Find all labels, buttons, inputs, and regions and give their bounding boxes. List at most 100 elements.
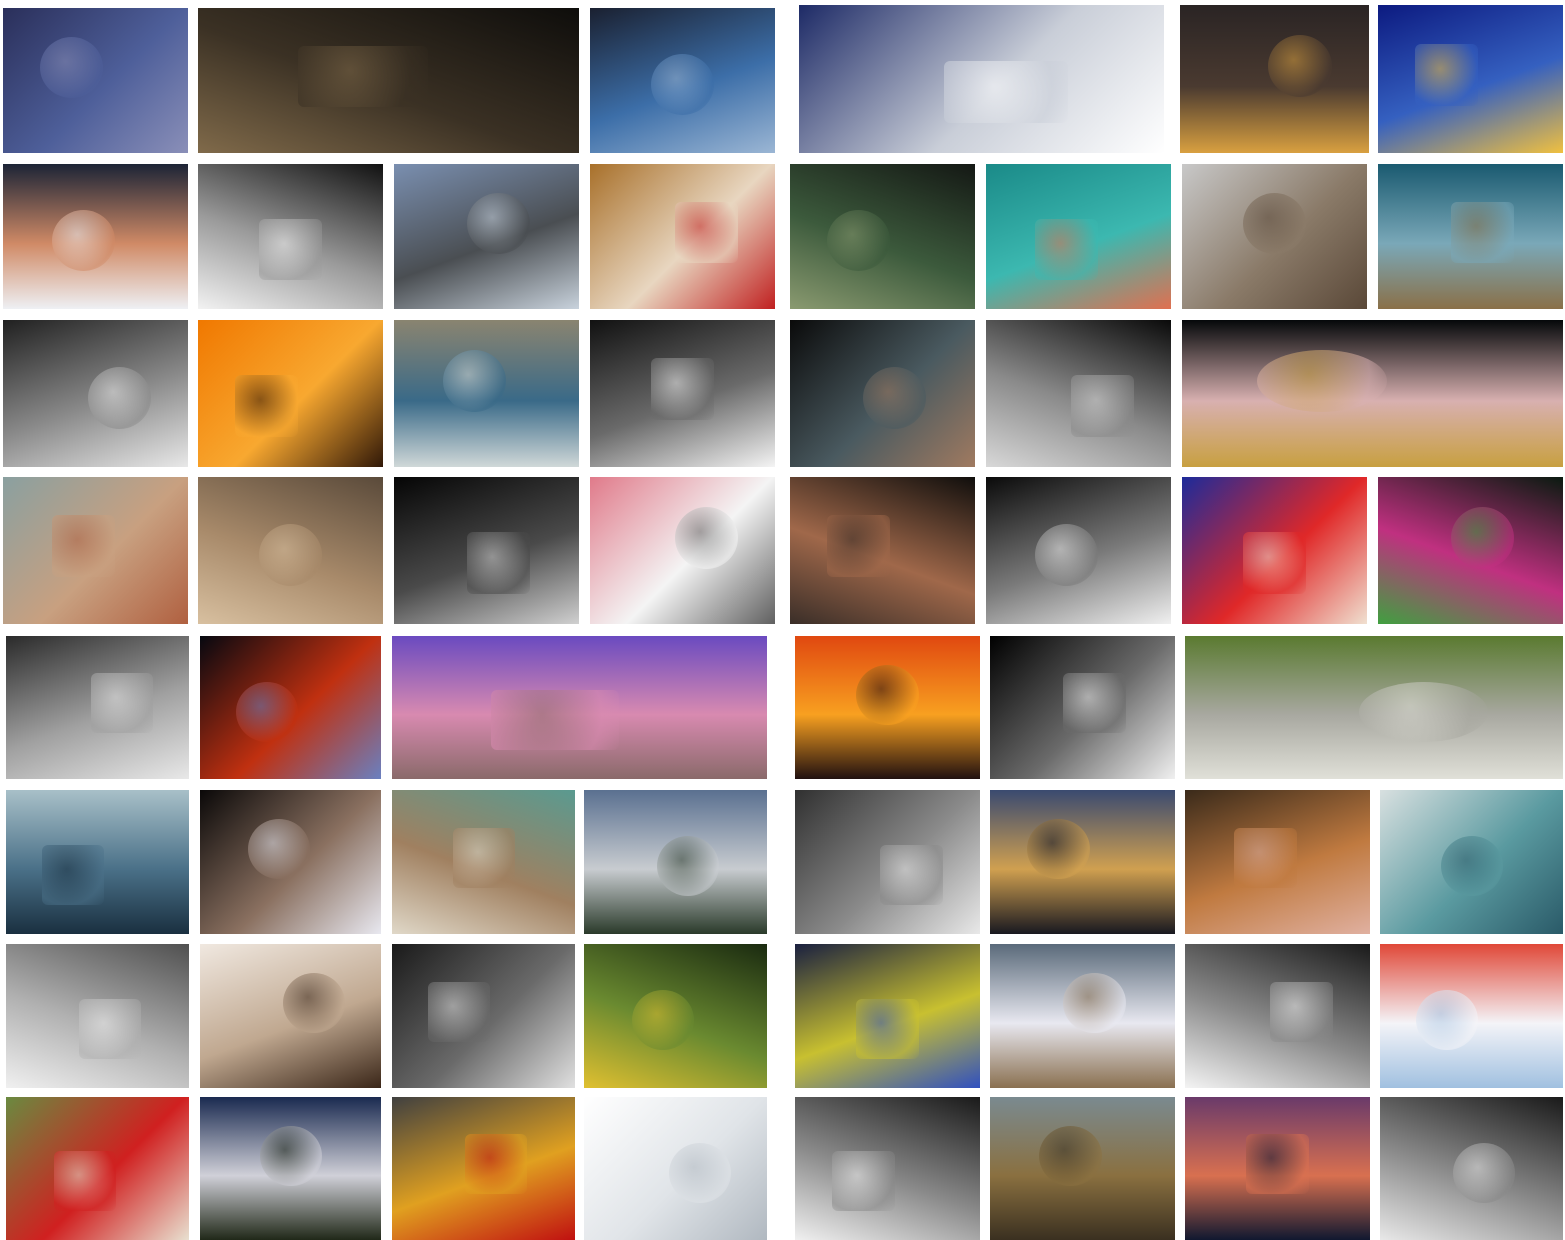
photo-tile-woman-hat-shawl[interactable] xyxy=(1185,790,1370,934)
photo-tile-tilted-white-building-triptych[interactable] xyxy=(799,5,1164,153)
photo-tile-night-street-figure-bw[interactable] xyxy=(394,477,579,624)
photo-subject xyxy=(428,982,490,1042)
photo-subject xyxy=(1257,350,1387,412)
photo-tile-seated-figure-house-bw[interactable] xyxy=(795,1097,980,1240)
photo-subject xyxy=(1063,673,1126,733)
photo-subject xyxy=(1415,44,1478,106)
photo-tile-monument-above-clouds[interactable] xyxy=(584,790,767,934)
photo-tile-pasta-food-flatlay[interactable] xyxy=(392,1097,575,1240)
photo-subject xyxy=(40,37,103,98)
photo-subject xyxy=(1359,682,1488,742)
photo-tile-sunset-sailboat[interactable] xyxy=(795,636,980,779)
photo-tile-black-film-strip[interactable] xyxy=(990,636,1175,779)
photo-tile-tattooed-woman-dark[interactable] xyxy=(790,320,975,467)
photo-tile-white-ghost-figure[interactable] xyxy=(584,1097,767,1240)
photo-tile-boat-mural-wall[interactable] xyxy=(1182,164,1367,309)
photo-subject xyxy=(632,990,694,1050)
photo-subject xyxy=(248,819,310,879)
photo-tile-ladder-bw[interactable] xyxy=(590,320,775,467)
photo-subject xyxy=(91,673,153,733)
photo-subject xyxy=(1451,507,1514,569)
photo-tile-shell-on-fabric[interactable] xyxy=(392,944,575,1088)
photo-tile-painted-dome-ceiling[interactable] xyxy=(3,477,188,624)
photo-tile-erupting-volcano-bw[interactable] xyxy=(1380,1097,1563,1240)
photo-tile-crucifix-megaphone-bw[interactable] xyxy=(3,320,188,467)
photo-subject xyxy=(1243,193,1306,254)
photo-tile-gothic-cathedral-bw[interactable] xyxy=(6,944,189,1088)
photo-tile-man-pouring-drink[interactable] xyxy=(590,164,775,309)
photo-subject xyxy=(467,532,530,594)
photo-tile-boat-festival-blue[interactable] xyxy=(1182,477,1367,624)
photo-tile-paramo-hills[interactable] xyxy=(990,1097,1175,1240)
photo-subject xyxy=(1416,990,1478,1050)
photo-tile-iguana-jungle[interactable] xyxy=(584,944,767,1088)
photo-subject xyxy=(259,219,322,280)
photo-subject xyxy=(260,1126,322,1186)
photo-tile-blue-cube-room[interactable] xyxy=(590,8,775,153)
photo-tile-llamas-bw-hills[interactable] xyxy=(795,790,980,934)
photo-subject xyxy=(675,202,738,263)
photo-tile-old-man-portrait-bw[interactable] xyxy=(1185,944,1370,1088)
photo-tile-dark-house-red-windows[interactable] xyxy=(200,636,381,779)
photo-tile-volcano-city-night[interactable] xyxy=(990,790,1175,934)
photo-tile-carved-stone-shell[interactable] xyxy=(198,477,383,624)
photo-subject xyxy=(675,507,738,569)
photo-tile-orange-abstract-dots[interactable] xyxy=(198,320,383,467)
photo-tile-teal-windows-facade[interactable] xyxy=(1380,790,1563,934)
photo-tile-man-in-turquoise-water[interactable] xyxy=(986,164,1171,309)
photo-tile-cats-on-table[interactable] xyxy=(392,790,575,934)
photo-subject xyxy=(1063,973,1126,1033)
photo-subject xyxy=(1453,1143,1515,1203)
photo-tile-calm-sea-horizon[interactable] xyxy=(6,790,189,934)
photo-tile-lit-basilica-night[interactable] xyxy=(1182,320,1563,467)
photo-tile-shop-shutter-bw[interactable] xyxy=(6,636,189,779)
photo-tile-clouds-wires-bw[interactable] xyxy=(986,477,1171,624)
photo-tile-projected-light-on-back[interactable] xyxy=(795,944,980,1088)
photo-subject xyxy=(1035,219,1098,280)
photo-subject xyxy=(832,1151,895,1211)
photo-tile-blue-church-lit-window[interactable] xyxy=(1378,5,1563,153)
photo-subject xyxy=(856,999,919,1059)
photo-subject xyxy=(52,210,115,271)
photo-subject xyxy=(669,1143,731,1203)
photo-subject xyxy=(863,367,926,429)
photo-tile-city-panorama-dusk[interactable] xyxy=(392,636,767,779)
photo-tile-dark-interior-fridge-dancer[interactable] xyxy=(198,8,579,153)
photo-tile-island-in-sea[interactable] xyxy=(1378,164,1563,309)
photo-subject xyxy=(298,46,428,107)
photo-tile-woman-back-sepia[interactable] xyxy=(200,944,381,1088)
photo-tile-abstract-dark-streaks[interactable] xyxy=(790,164,975,309)
photo-subject xyxy=(1441,836,1503,896)
photo-tile-snowy-mountain-sunrise[interactable] xyxy=(3,164,188,309)
photo-tile-diagonal-stripes-bw[interactable] xyxy=(986,320,1171,467)
photo-subject xyxy=(283,973,345,1033)
photo-tile-misty-green-valley[interactable] xyxy=(1185,636,1563,779)
photo-tile-indigenous-woman-portrait[interactable] xyxy=(790,477,975,624)
photo-tile-sea-waves-sunbeams[interactable] xyxy=(394,320,579,467)
photo-subject xyxy=(467,193,530,254)
photo-subject xyxy=(42,845,104,905)
photo-subject xyxy=(88,367,151,429)
photo-subject xyxy=(453,828,515,888)
photo-subject xyxy=(491,690,619,750)
photo-tile-ghostly-face-swirl[interactable] xyxy=(3,8,188,153)
photo-tile-abstract-bw-curves[interactable] xyxy=(198,164,383,309)
photo-subject xyxy=(236,682,298,742)
photo-subject xyxy=(54,1151,116,1211)
photo-subject xyxy=(651,54,714,115)
photo-subject xyxy=(259,524,322,586)
photo-tile-red-sky-white-ice[interactable] xyxy=(1380,944,1563,1088)
photo-subject xyxy=(465,1134,527,1194)
photo-tile-building-courtyard-upward[interactable] xyxy=(200,790,381,934)
photo-tile-road-truck[interactable] xyxy=(394,164,579,309)
photo-tile-city-lights-dusk-pink[interactable] xyxy=(1185,1097,1370,1240)
photo-tile-volcano-night-stars[interactable] xyxy=(200,1097,381,1240)
photo-tile-children-pink-wall[interactable] xyxy=(590,477,775,624)
photo-tile-colorful-garden-crowd[interactable] xyxy=(1378,477,1563,624)
photo-tile-stormy-sea-lighthouse[interactable] xyxy=(1180,5,1369,153)
photo-tile-child-red-hat[interactable] xyxy=(6,1097,189,1240)
photo-subject xyxy=(1246,1134,1309,1194)
photo-subject xyxy=(856,665,919,725)
photo-tile-snow-capped-volcano[interactable] xyxy=(990,944,1175,1088)
photo-subject xyxy=(1243,532,1306,594)
